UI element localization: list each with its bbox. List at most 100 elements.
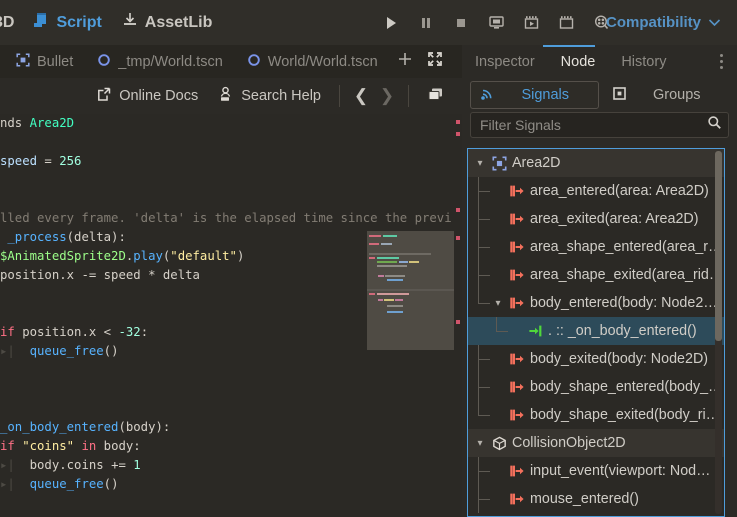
signals-toggle-button[interactable]: Signals [470,81,599,109]
signal-row[interactable]: body_shape_exited(body_ri… [468,401,724,429]
editor-vertical-scrollbar[interactable] [455,114,460,517]
code-line: lled every frame. 'delta' is the elapsed… [0,209,452,228]
expander-icon[interactable]: ▾ [490,298,506,309]
signal-row[interactable]: area_entered(area: Area2D) [468,177,724,205]
main-tab-assetlib[interactable]: AssetLib [112,7,223,38]
groups-toggle-label: Groups [652,87,701,103]
main-tab-script[interactable]: Script [24,7,111,38]
signal-group-row[interactable]: ▾ CollisionObject2D [468,429,724,457]
kebab-menu-icon[interactable] [709,49,733,74]
distraction-free-button[interactable] [420,45,450,78]
code-token: if [0,325,23,339]
tree-row-label: area_exited(area: Area2D) [530,211,699,227]
signal-row[interactable]: body_shape_entered(body_… [468,373,724,401]
signal-row[interactable]: area_exited(area: Area2D) [468,205,724,233]
code-editor[interactable]: nds Area2D speed = 256 lled every frame.… [0,114,462,517]
code-token: : [140,325,149,339]
tree-guide-line [478,415,490,416]
scene-tab-bullet[interactable]: Bullet [0,45,85,78]
renderer-select[interactable]: Compatibility [598,0,729,45]
online-docs-button[interactable]: Online Docs [89,82,206,110]
tree-row-label: Area2D [512,155,561,171]
signal-row[interactable]: ▾ body_entered(body: Node2… [468,289,724,317]
tab-history[interactable]: History [608,45,679,78]
tree-guide-line [478,275,490,276]
tab-node[interactable]: Node [548,45,609,78]
code-token: -= [81,268,104,282]
signal-group-row[interactable]: ▾ Area2D [468,149,724,177]
expander-icon[interactable]: ▾ [472,158,488,169]
signals-toggle-label: Signals [521,87,570,103]
expander-icon[interactable]: ▾ [472,438,488,449]
signal-icon [480,86,495,105]
godot-editor-window: 3D Script AssetLib [0,0,737,517]
signal-out-icon [506,380,528,394]
window-list-button[interactable] [419,82,452,110]
tree-row-label: area_entered(area: Area2D) [530,183,709,199]
main-tab-3d-label: 3D [0,13,15,31]
code-minimap[interactable] [367,231,454,350]
scene-circle-icon [97,53,111,71]
signals-tree-scrollbar[interactable] [715,151,722,341]
main-toolbar: 3D Script AssetLib [0,0,737,45]
tree-guide-line [478,401,479,415]
scene-tab-tmp-world[interactable]: _tmp/World.tscn [85,45,235,78]
signal-out-icon [506,352,528,366]
scene-tab-world[interactable]: World/World.tscn [235,45,390,78]
filter-signals-field[interactable] [470,112,729,138]
monitor-icon[interactable] [483,10,509,36]
signal-row[interactable]: area_shape_entered(area_r… [468,233,724,261]
script-icon [33,12,49,33]
code-token: position.x [22,325,104,339]
tree-guide-line [478,191,490,192]
tree-guide-line [478,247,490,248]
scene-tab-tmp-world-label: _tmp/World.tscn [118,53,223,70]
signals-tree[interactable]: ▾ Area2D area_entered(area: Area2D) area_ex… [467,148,725,517]
tree-row-label: input_event(viewport: Nod… [530,463,711,479]
code-token: () [103,477,119,491]
download-icon [122,12,138,33]
filter-signals-input[interactable] [480,117,707,133]
nav-back-button[interactable]: ❮ [350,83,372,109]
code-token: body.coins [14,458,112,472]
editor-error-marker [456,320,460,324]
signal-row[interactable]: body_exited(body: Node2D) [468,345,724,373]
code-token: Area2D [29,116,75,130]
signal-row[interactable]: mouse_entered() [468,485,724,513]
tab-inspector[interactable]: Inspector [462,45,548,78]
code-token: position.x [0,268,82,282]
code-token: ) [236,249,245,263]
movie-play-icon[interactable] [518,10,544,36]
tree-guide-line [478,387,490,388]
nav-forward-button[interactable]: ❯ [376,83,398,109]
scene-circle-icon [247,53,261,71]
movie-icon[interactable] [553,10,579,36]
search-help-button[interactable]: Search Help [210,82,329,110]
editor-error-marker [456,120,460,124]
editor-error-marker [456,236,460,240]
signal-row[interactable]: area_shape_exited(area_rid… [468,261,724,289]
code-token: queue_free [29,477,104,491]
code-token: -32 [118,325,141,339]
tab-inspector-label: Inspector [475,53,535,70]
toolbar-divider-2 [408,85,409,107]
signal-connection-row[interactable]: . :: _on_body_entered() [468,317,724,345]
stop-button[interactable] [448,10,474,36]
plus-icon [397,51,413,72]
scene-tab-bullet-label: Bullet [37,53,74,70]
groups-toggle-button[interactable]: Groups [603,81,730,109]
pause-button[interactable] [413,10,439,36]
signal-row[interactable]: input_event(viewport: Nod… [468,457,724,485]
play-project-button[interactable] [378,10,404,36]
tree-row-label: . :: _on_body_entered() [548,323,697,339]
tree-guide-line [496,331,508,332]
tree-row-label: body_shape_exited(body_ri… [530,407,720,423]
add-scene-button[interactable] [390,45,420,78]
main-tab-3d[interactable]: 3D [0,7,24,38]
code-token: += [111,458,134,472]
code-token: play [133,249,163,263]
tab-history-label: History [621,53,667,70]
code-token: ▸| [0,458,15,472]
code-line: ▸| body.coins += 1 [0,456,452,475]
